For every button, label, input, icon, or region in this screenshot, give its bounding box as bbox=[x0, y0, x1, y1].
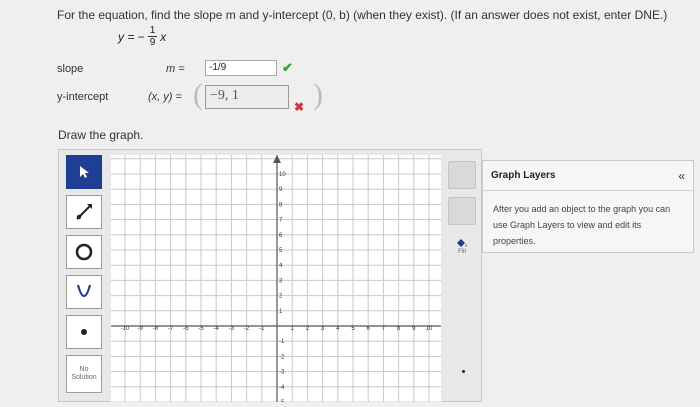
close-paren: ) bbox=[313, 78, 323, 111]
x-tick-label: 10 bbox=[426, 326, 433, 332]
y-tick-label: 1 bbox=[279, 309, 283, 315]
side-tools: Fill bbox=[447, 161, 477, 255]
x-tick-label: -2 bbox=[244, 326, 250, 332]
slope-prefix: m = bbox=[166, 63, 185, 75]
y-tick-label: 9 bbox=[279, 187, 283, 193]
no-solution-button[interactable]: No Solution bbox=[66, 355, 102, 393]
circle-tool[interactable] bbox=[66, 235, 102, 269]
parabola-tool[interactable] bbox=[66, 275, 102, 309]
layers-header: Graph Layers « bbox=[483, 161, 693, 191]
x-tick-label: -9 bbox=[138, 326, 144, 332]
equation-fraction: 1 9 bbox=[147, 25, 158, 48]
no-solution-label: No Solution bbox=[71, 366, 97, 381]
y-tick-label: -4 bbox=[279, 385, 285, 391]
x-tick-label: 7 bbox=[382, 326, 386, 332]
line-tool[interactable] bbox=[66, 195, 102, 229]
fraction-denominator: 9 bbox=[149, 37, 156, 48]
equation: y = − 1 9 x bbox=[118, 25, 166, 48]
y-intercept-input[interactable]: −9, 1 bbox=[205, 85, 289, 109]
equation-lhs: y = − bbox=[118, 29, 145, 44]
y-tick-label: 5 bbox=[279, 248, 283, 254]
undo-button[interactable] bbox=[448, 161, 476, 189]
check-icon: ✔ bbox=[282, 60, 293, 75]
coordinate-grid[interactable]: -10 -9 -8 -7 -6 -5 -4 -3 -2 -1 1 2 3 4 5 6 7 8 9 10 10 9 8 7 6 5 4… bbox=[111, 155, 441, 406]
x-tick-label: -1 bbox=[259, 326, 265, 332]
point-tool[interactable] bbox=[66, 315, 102, 349]
y-tick-label: 6 bbox=[279, 233, 283, 239]
intercept-prefix: (x, y) = bbox=[148, 91, 182, 103]
x-tick-label: 9 bbox=[412, 326, 416, 332]
y-tick-label: 4 bbox=[279, 263, 283, 269]
collapse-icon[interactable]: « bbox=[678, 169, 685, 183]
question-text: For the equation, find the slope m and y… bbox=[57, 8, 668, 22]
circle-icon bbox=[75, 243, 93, 261]
cursor-arrow-icon bbox=[80, 166, 89, 178]
drawing-toolbar: No Solution bbox=[66, 155, 106, 393]
status-dot bbox=[462, 370, 465, 373]
fraction-numerator: 1 bbox=[147, 25, 158, 37]
x-tick-label: -5 bbox=[198, 326, 204, 332]
y-intercept-label: y-intercept bbox=[57, 91, 109, 103]
x-tick-label: 4 bbox=[336, 326, 340, 332]
slope-input[interactable]: -1/9 bbox=[205, 60, 277, 76]
fill-button[interactable]: Fill bbox=[455, 237, 469, 255]
x-tick-label: -8 bbox=[153, 326, 159, 332]
graph-layers-panel: Graph Layers « After you add an object t… bbox=[482, 160, 694, 253]
x-tick-label: 5 bbox=[351, 326, 355, 332]
y-tick-label: -1 bbox=[279, 339, 285, 345]
slope-label: slope bbox=[57, 63, 84, 75]
cross-icon: ✖ bbox=[294, 100, 305, 114]
equation-variable: x bbox=[160, 29, 167, 44]
x-tick-label: -3 bbox=[229, 326, 235, 332]
y-tick-label: 10 bbox=[279, 172, 286, 178]
x-tick-label: 3 bbox=[321, 326, 325, 332]
paint-bucket-icon bbox=[457, 239, 467, 247]
layers-title: Graph Layers bbox=[491, 170, 556, 181]
layers-description: After you add an object to the graph you… bbox=[493, 204, 671, 246]
parabola-icon bbox=[76, 284, 92, 298]
y-tick-label: -2 bbox=[279, 354, 285, 360]
x-tick-label: 2 bbox=[306, 326, 310, 332]
y-tick-label: 2 bbox=[279, 294, 283, 300]
y-tick-label: 7 bbox=[279, 218, 283, 224]
delete-button[interactable] bbox=[448, 197, 476, 225]
x-tick-label: 6 bbox=[367, 326, 371, 332]
y-tick-label: 8 bbox=[279, 202, 283, 208]
open-paren: ( bbox=[193, 78, 203, 111]
y-tick-label: 3 bbox=[279, 278, 283, 284]
draw-graph-label: Draw the graph. bbox=[58, 128, 144, 142]
x-tick-label: 1 bbox=[291, 326, 295, 332]
fill-label: Fill bbox=[458, 249, 466, 255]
x-tick-label: 8 bbox=[397, 326, 401, 332]
line-icon bbox=[76, 204, 92, 220]
pointer-tool[interactable] bbox=[66, 155, 102, 189]
x-tick-label: -6 bbox=[183, 326, 189, 332]
x-tick-label: -7 bbox=[168, 326, 174, 332]
y-tick-label: -3 bbox=[279, 370, 285, 376]
x-tick-label: -10 bbox=[121, 326, 130, 332]
graph-grid[interactable]: -10 -9 -8 -7 -6 -5 -4 -3 -2 -1 1 2 3 4 5 6 7 8 9 10 10 9 8 7 6 5 4… bbox=[111, 155, 441, 406]
x-tick-label: -4 bbox=[214, 326, 220, 332]
point-icon bbox=[81, 329, 87, 335]
